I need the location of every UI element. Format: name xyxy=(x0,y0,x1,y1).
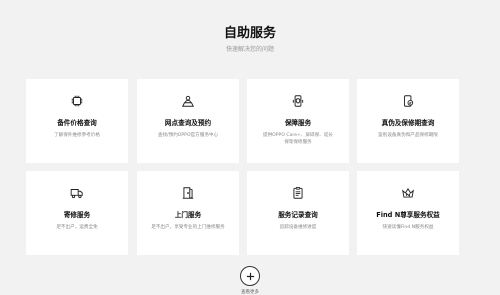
service-card-home-service[interactable]: 上门服务 足不出户，享受专业的上门维修服务 xyxy=(137,171,239,255)
view-more-label: 查看更多 xyxy=(241,290,259,295)
service-title: 服务记录查询 xyxy=(278,211,318,219)
service-title: 保障服务 xyxy=(284,119,312,127)
phone-shield-icon xyxy=(292,95,304,107)
service-title: 备件价格查询 xyxy=(57,119,97,127)
service-title: 寄修服务 xyxy=(63,211,91,219)
view-more: 查看更多 xyxy=(0,266,500,295)
service-card-find-n-benefits[interactable]: Find N尊享服务权益 快速读懂Find N服务权益 xyxy=(357,171,459,255)
service-desc: 足不出户，运费全免 xyxy=(56,225,98,230)
clipboard-icon xyxy=(293,186,303,199)
service-title: 真伪及保修期查询 xyxy=(381,119,435,127)
truck-icon xyxy=(70,189,83,199)
service-desc: 快速读懂Find N服务权益 xyxy=(382,225,434,230)
crown-n-icon xyxy=(402,188,414,198)
location-person-icon xyxy=(181,95,195,107)
page-subtitle: 快速解决您的问题 xyxy=(225,46,274,53)
chip-icon xyxy=(71,95,83,107)
service-card-warranty-check[interactable]: 真伪及保修期查询 鉴别设备真伪和产品保修期限 xyxy=(357,79,459,163)
service-desc: 提供OPPO Care+、屏碎保、延长保等保修服务 xyxy=(262,133,334,145)
service-card-protection[interactable]: 保障服务 提供OPPO Care+、屏碎保、延长保等保修服务 xyxy=(247,79,349,163)
plus-icon xyxy=(246,272,254,280)
service-card-service-records[interactable]: 服务记录查询 追踪设备维修进度 xyxy=(247,171,349,255)
service-title: 网点查询及预约 xyxy=(164,119,212,127)
service-card-parts-price[interactable]: 备件价格查询 了解保外维修参考价格 xyxy=(26,79,128,163)
service-title: 上门服务 xyxy=(174,211,202,219)
service-title: Find N尊享服务权益 xyxy=(376,211,440,219)
service-desc: 了解保外维修参考价格 xyxy=(54,133,100,138)
service-desc: 查找/预约OPPO官方服务中心 xyxy=(157,133,219,138)
phone-check-icon xyxy=(404,95,414,107)
service-desc: 鉴别设备真伪和产品保修期限 xyxy=(378,133,438,138)
page-title: 自助服务 xyxy=(223,26,276,41)
view-more-button[interactable] xyxy=(240,266,260,286)
service-desc: 追踪设备维修进度 xyxy=(279,225,317,230)
service-card-store-locator[interactable]: 网点查询及预约 查找/预约OPPO官方服务中心 xyxy=(137,79,239,163)
service-card-mail-in-repair[interactable]: 寄修服务 足不出户，运费全免 xyxy=(26,171,128,255)
door-icon xyxy=(182,187,194,199)
service-desc: 足不出户，享受专业的上门维修服务 xyxy=(151,225,225,230)
